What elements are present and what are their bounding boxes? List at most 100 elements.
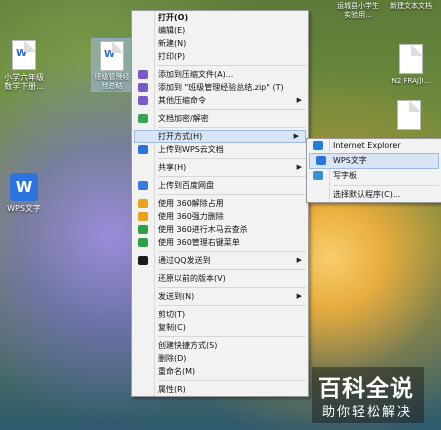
menu-item-label: 通过QQ发送到 bbox=[158, 256, 211, 265]
submenu-arrow-icon: ▶ bbox=[293, 132, 299, 140]
context_menu-menu-item-7[interactable]: 其他压缩命令 ▶ bbox=[132, 94, 308, 107]
menu-item-label: 上传到WPS云文档 bbox=[158, 145, 224, 154]
menu-item-label: 新建(N) bbox=[158, 39, 187, 48]
desktop-icon-doc-math[interactable]: W 小学六年级数学下册... bbox=[2, 40, 46, 91]
context_menu-menu-item-5[interactable]: 添加到压缩文件(A)... bbox=[132, 68, 308, 81]
menu-item-label: 复制(C) bbox=[158, 323, 186, 332]
context_menu-menu-item-21[interactable]: 使用 360管理右键菜单 bbox=[132, 236, 308, 249]
context_menu-menu-item-27[interactable]: 发送到(N) ▶ bbox=[132, 290, 308, 303]
menu-separator bbox=[158, 65, 306, 66]
desktop-icon-label: 新建文本文档 bbox=[390, 2, 432, 10]
menu-item-label: 其他压缩命令 bbox=[158, 96, 206, 105]
menu-separator bbox=[158, 336, 306, 337]
desktop-icon-label: 运城县小学生实验用... bbox=[337, 2, 379, 19]
menu-separator bbox=[158, 127, 306, 128]
archive-icon bbox=[138, 70, 148, 79]
context_menu-menu-item-19[interactable]: 使用 360强力删除 bbox=[132, 210, 308, 223]
context_menu-menu-item-14[interactable]: 共享(H) ▶ bbox=[132, 161, 308, 174]
context_menu-menu-item-34[interactable]: 重命名(M) bbox=[132, 365, 308, 378]
text-document-icon bbox=[397, 100, 421, 130]
menu-item-label: 创建快捷方式(S) bbox=[158, 341, 218, 350]
desktop-icon-doc-selected[interactable]: W 班级管理经验总结 bbox=[91, 38, 133, 92]
context_menu-menu-item-33[interactable]: 删除(D) bbox=[132, 352, 308, 365]
baidu-icon bbox=[138, 181, 148, 190]
watermark-title: 百科全说 bbox=[318, 376, 414, 402]
cloud-icon bbox=[138, 145, 148, 154]
submenu-arrow-icon: ▶ bbox=[296, 292, 302, 300]
context_menu-menu-item-23[interactable]: 通过QQ发送到 ▶ bbox=[132, 254, 308, 267]
context_menu-menu-item-9[interactable]: 文档加密/解密 bbox=[132, 112, 308, 125]
submenu-arrow-icon: ▶ bbox=[296, 96, 302, 104]
ie-icon bbox=[313, 141, 323, 150]
context_menu-menu-item-1[interactable]: 编辑(E) bbox=[132, 24, 308, 37]
menu-separator bbox=[158, 380, 306, 381]
menu-item-label: 打印(P) bbox=[158, 52, 186, 61]
open_with_submenu-menu-item-0[interactable]: Internet Explorer bbox=[307, 139, 441, 153]
context_menu-menu-item-29[interactable]: 剪切(T) bbox=[132, 308, 308, 321]
context_menu-menu-item-32[interactable]: 创建快捷方式(S) bbox=[132, 339, 308, 352]
open-with-submenu: Internet Explorer WPS文字写字板选择默认程序(C)... bbox=[306, 138, 441, 203]
wps-app-icon: W bbox=[10, 173, 38, 201]
context_menu-menu-item-20[interactable]: 使用 360进行木马云查杀 bbox=[132, 223, 308, 236]
context_menu-menu-item-11[interactable]: 打开方式(H) ▶ bbox=[134, 130, 306, 143]
desktop-icon-label: WPS文字 bbox=[7, 204, 41, 213]
menu-item-label: 上传到百度网盘 bbox=[158, 181, 214, 190]
context_menu-menu-item-2[interactable]: 新建(N) bbox=[132, 37, 308, 50]
desktop-icon-wps[interactable]: W WPS文字 bbox=[2, 173, 46, 213]
360-icon bbox=[138, 225, 148, 234]
menu-item-label: Internet Explorer bbox=[333, 141, 401, 150]
menu-item-label: 写字板 bbox=[333, 171, 357, 180]
menu-item-label: 选择默认程序(C)... bbox=[333, 190, 401, 199]
context_menu-menu-item-0[interactable]: 打开(O) bbox=[132, 11, 308, 24]
context_menu-menu-item-25[interactable]: 还原以前的版本(V) bbox=[132, 272, 308, 285]
open_with_submenu-menu-item-4[interactable]: 选择默认程序(C)... bbox=[307, 188, 441, 202]
menu-separator bbox=[158, 176, 306, 177]
word-document-icon: W bbox=[100, 41, 124, 71]
archive-icon bbox=[138, 83, 148, 92]
menu-item-label: 使用 360解除占用 bbox=[158, 199, 224, 208]
menu-item-label: 添加到 "班级管理经验总结.zip" (T) bbox=[158, 83, 284, 92]
menu-separator bbox=[158, 109, 306, 110]
menu-item-label: 编辑(E) bbox=[158, 26, 186, 35]
text-document-icon bbox=[399, 44, 423, 74]
menu-separator bbox=[158, 158, 306, 159]
menu-separator bbox=[158, 251, 306, 252]
menu-item-label: 重命名(M) bbox=[158, 367, 196, 376]
menu-item-label: 使用 360管理右键菜单 bbox=[158, 238, 240, 247]
desktop-icon-label: 小学六年级数学下册... bbox=[4, 73, 44, 91]
context_menu-menu-item-16[interactable]: 上传到百度网盘 bbox=[132, 179, 308, 192]
menu-separator bbox=[158, 305, 306, 306]
menu-separator bbox=[158, 194, 306, 195]
menu-item-label: 发送到(N) bbox=[158, 292, 195, 301]
context_menu-menu-item-6[interactable]: 添加到 "班级管理经验总结.zip" (T) bbox=[132, 81, 308, 94]
desktop-icon-label: 班级管理经验总结 bbox=[94, 73, 130, 90]
context_menu-menu-item-12[interactable]: 上传到WPS云文档 bbox=[132, 143, 308, 156]
360-icon bbox=[138, 199, 148, 208]
menu-item-label: WPS文字 bbox=[333, 156, 367, 165]
context_menu-menu-item-3[interactable]: 打印(P) bbox=[132, 50, 308, 63]
submenu-arrow-icon: ▶ bbox=[296, 163, 302, 171]
desktop-icon-label: N2 FRAJ]I... bbox=[391, 77, 431, 85]
menu-item-label: 共享(H) bbox=[158, 163, 187, 172]
watermark-logo: 百科全说 助你轻松解决 bbox=[312, 367, 424, 423]
menu-separator bbox=[158, 287, 306, 288]
context_menu-menu-item-18[interactable]: 使用 360解除占用 bbox=[132, 197, 308, 210]
menu-item-label: 打开方式(H) bbox=[158, 132, 203, 141]
open_with_submenu-menu-item-1[interactable]: WPS文字 bbox=[309, 153, 439, 169]
wordpad-icon bbox=[313, 171, 323, 180]
menu-item-label: 使用 360强力删除 bbox=[158, 212, 224, 221]
menu-item-label: 还原以前的版本(V) bbox=[158, 274, 226, 283]
context_menu-menu-item-30[interactable]: 复制(C) bbox=[132, 321, 308, 334]
menu-separator bbox=[333, 185, 439, 186]
360-icon bbox=[138, 212, 148, 221]
desktop-icon-doc-right-3[interactable] bbox=[394, 100, 424, 130]
menu-item-label: 文档加密/解密 bbox=[158, 114, 209, 123]
context_menu-menu-item-36[interactable]: 属性(R) bbox=[132, 383, 308, 396]
menu-separator bbox=[158, 269, 306, 270]
menu-item-label: 剪切(T) bbox=[158, 310, 186, 319]
desktop-icon-doc-right-1[interactable]: 运城县小学生实验用... bbox=[337, 2, 379, 20]
archive-icon bbox=[138, 96, 148, 105]
desktop-icon-doc-right-2[interactable]: N2 FRAJ]I... bbox=[384, 44, 438, 86]
desktop-icon-txt[interactable]: 新建文本文档 bbox=[386, 2, 436, 11]
open_with_submenu-menu-item-2[interactable]: 写字板 bbox=[307, 169, 441, 183]
